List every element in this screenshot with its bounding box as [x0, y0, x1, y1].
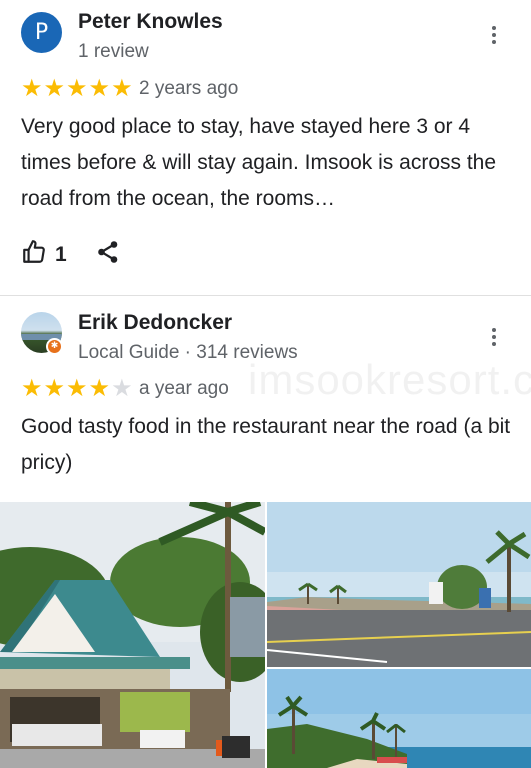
review-actions: 1: [21, 239, 119, 270]
watermark: imsookresort.com: [248, 356, 531, 403]
rating-stars: ★ ★ ★ ★ ★: [21, 76, 133, 100]
star-icon: ★: [43, 374, 66, 402]
star-icon: ★: [21, 374, 43, 402]
star-icon: ★: [66, 74, 88, 102]
reviewer-name[interactable]: Peter Knowles: [78, 10, 223, 34]
review-text[interactable]: Very good place to stay, have stayed her…: [21, 109, 511, 217]
review-date: 2 years ago: [139, 78, 239, 99]
star-icon: ★: [43, 74, 66, 102]
star-icon: ★: [21, 74, 43, 102]
star-icon: ★: [66, 374, 88, 402]
star-icon: ★: [111, 374, 133, 402]
thumbs-up-icon[interactable]: [21, 239, 47, 270]
local-guide-badge-icon: ✱: [46, 338, 63, 355]
share-icon[interactable]: [97, 240, 119, 269]
review-photo[interactable]: [0, 502, 265, 768]
more-vert-icon[interactable]: [487, 26, 501, 44]
review-text[interactable]: Good tasty food in the restaurant near t…: [21, 409, 511, 481]
avatar-letter: P: [34, 20, 49, 45]
star-icon: ★: [111, 74, 133, 102]
reviewer-meta: 1 review: [78, 41, 149, 62]
avatar[interactable]: P: [21, 12, 62, 53]
review-photo[interactable]: [267, 669, 531, 768]
reviewer-name[interactable]: Erik Dedoncker: [78, 311, 232, 335]
like-count: 1: [55, 242, 67, 266]
star-icon: ★: [88, 74, 111, 102]
review-date: a year ago: [139, 378, 229, 399]
rating-stars: ★ ★ ★ ★ ★: [21, 376, 133, 400]
more-vert-icon[interactable]: [487, 328, 501, 346]
review-photo[interactable]: [267, 502, 531, 667]
star-icon: ★: [88, 374, 111, 402]
review-card: P Peter Knowles 1 review ★ ★ ★ ★ ★ 2 yea…: [0, 0, 531, 295]
